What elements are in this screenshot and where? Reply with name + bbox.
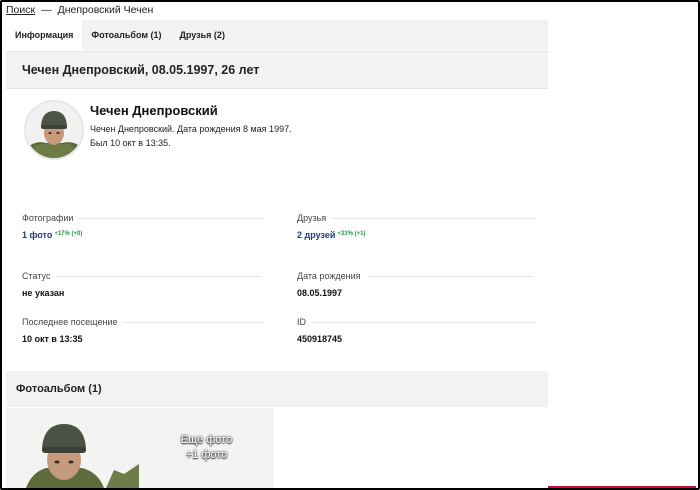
field-birthdate-label: Дата рождения — [297, 271, 361, 281]
album-section-header: Фотоальбом (1) — [6, 371, 548, 407]
divider — [366, 275, 534, 277]
field-last-visit: Последнее посещение 10 окт в 13:35 — [22, 317, 262, 344]
more-photos-button[interactable]: Еще фото +1 фото — [139, 408, 274, 488]
divider — [332, 217, 534, 219]
friends-count-link[interactable]: 2 друзей — [297, 230, 335, 240]
field-status-value: не указан — [22, 288, 65, 298]
field-last-visit-label: Последнее посещение — [22, 317, 118, 327]
tab-photo-album[interactable]: Фотоальбом (1) — [82, 20, 170, 50]
breadcrumb: Поиск — Днепровский Чечен — [6, 4, 153, 16]
profile-header-title: Чечен Днепровский, 08.05.1997, 26 лет — [22, 63, 260, 77]
album-photo — [6, 408, 139, 488]
photos-count-link[interactable]: 1 фото — [22, 230, 52, 240]
album-section-title: Фотоальбом (1) — [16, 383, 102, 395]
field-status-label: Статус — [22, 271, 51, 281]
tab-info[interactable]: Информация — [6, 20, 83, 50]
field-birthdate-value: 08.05.1997 — [297, 288, 343, 298]
field-id-label: ID — [297, 317, 306, 327]
field-birthdate: Дата рождения 08.05.1997 — [297, 271, 534, 298]
photos-delta: +17% (+0) — [54, 231, 83, 237]
profile-header: Чечен Днепровский, 08.05.1997, 26 лет — [6, 51, 548, 89]
more-photos-count: +1 фото — [185, 449, 228, 461]
breadcrumb-separator: — — [41, 4, 52, 16]
field-photos-label: Фотографии — [22, 213, 74, 223]
field-id: ID 450918745 — [297, 317, 534, 344]
tab-bar: Информация Фотоальбом (1) Друзья (2) — [6, 20, 548, 50]
divider — [123, 321, 262, 323]
tab-friends[interactable]: Друзья (2) — [171, 20, 234, 50]
avatar — [24, 100, 84, 160]
field-id-value: 450918745 — [297, 334, 343, 344]
avatar-photo — [26, 102, 82, 158]
profile-last-seen: Был 10 окт в 13:35. — [90, 138, 171, 148]
field-friends: Друзья 2 друзей +33% (+1) — [297, 213, 534, 240]
profile-description: Чечен Днепровский. Дата рождения 8 мая 1… — [90, 124, 292, 134]
profile-name: Чечен Днепровский — [90, 103, 218, 118]
field-photos: Фотографии 1 фото +17% (+0) — [22, 213, 262, 240]
divider — [312, 321, 534, 323]
more-photos-label: Еще фото — [180, 434, 233, 446]
divider — [79, 217, 262, 219]
breadcrumb-search-link[interactable]: Поиск — [6, 4, 35, 16]
field-status: Статус не указан — [22, 271, 262, 298]
breadcrumb-current: Днепровский Чечен — [57, 4, 154, 16]
field-friends-label: Друзья — [297, 213, 327, 223]
album-photo-thumbnail[interactable] — [6, 408, 139, 488]
field-last-visit-value: 10 окт в 13:35 — [22, 334, 83, 344]
friends-delta: +33% (+1) — [337, 231, 366, 237]
accent-line — [548, 486, 696, 488]
page-frame: Поиск — Днепровский Чечен Информация Фотоа… — [0, 0, 700, 490]
divider — [56, 275, 262, 277]
